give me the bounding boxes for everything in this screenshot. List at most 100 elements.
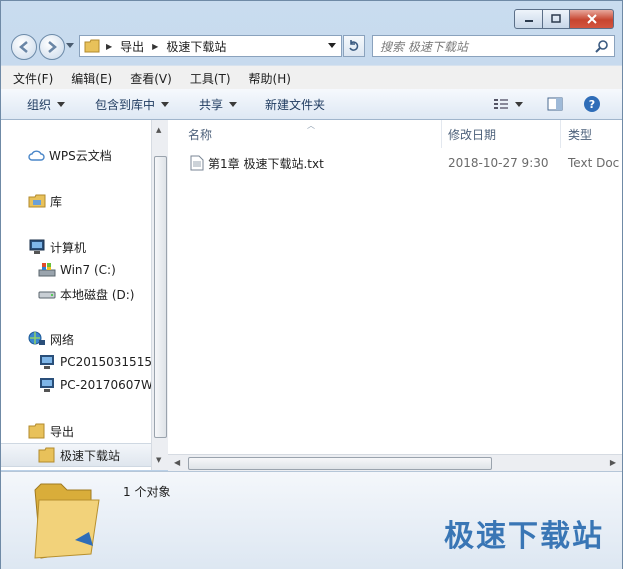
recent-pages-dropdown[interactable] — [66, 43, 74, 48]
nav-item-wps-cloud[interactable]: WPS云文档 — [1, 144, 112, 166]
menu-help[interactable]: 帮助(H) — [243, 70, 297, 87]
minimize-button[interactable] — [514, 9, 543, 29]
system-drive-icon — [38, 262, 56, 278]
chevron-down-icon — [515, 101, 523, 107]
menu-edit[interactable]: 编辑(E) — [65, 70, 118, 87]
search-placeholder: 搜索 极速下载站 — [380, 39, 468, 54]
scroll-thumb[interactable] — [154, 156, 167, 438]
hard-drive-icon — [38, 287, 56, 301]
cloud-icon — [27, 148, 45, 162]
nav-item-label: Win7 (C:) — [60, 263, 116, 277]
maximize-icon — [551, 14, 561, 23]
share-button[interactable]: 共享 — [193, 93, 243, 115]
preview-pane-icon — [547, 97, 563, 111]
command-bar: 组织 包含到库中 共享 新建文件夹 ? — [1, 89, 622, 120]
menu-view[interactable]: 查看(V) — [124, 70, 178, 87]
library-icon — [28, 194, 46, 208]
column-header-name[interactable]: 名称 — [188, 120, 212, 148]
change-view-button[interactable] — [487, 93, 529, 115]
large-folder-icon — [31, 480, 105, 563]
file-name: 第1章 极速下载站.txt — [208, 156, 324, 171]
folder-icon — [28, 423, 46, 439]
nav-item-label: 本地磁盘 (D:) — [60, 287, 135, 302]
include-in-library-button[interactable]: 包含到库中 — [89, 93, 175, 115]
back-button[interactable] — [11, 34, 37, 60]
breadcrumb-separator-icon: ▶ — [106, 41, 113, 51]
include-in-library-label: 包含到库中 — [95, 97, 156, 112]
organize-label: 组织 — [27, 97, 52, 112]
nav-item-library[interactable]: 库 — [1, 190, 62, 212]
column-divider[interactable] — [560, 120, 561, 148]
breadcrumb-current[interactable]: 极速下载站 — [166, 38, 226, 55]
nav-item-label: 网络 — [50, 332, 75, 347]
address-dropdown[interactable] — [328, 43, 336, 48]
file-list: ︿ 名称 修改日期 类型 第1章 极速下载站.txt 2018-10-27 9:… — [168, 120, 622, 454]
organize-button[interactable]: 组织 — [21, 93, 71, 115]
refresh-icon — [349, 40, 359, 51]
computer-icon — [38, 377, 56, 393]
breadcrumb-export[interactable]: 导出 — [120, 38, 144, 55]
scroll-down-icon[interactable]: ▼ — [156, 456, 161, 464]
scroll-up-icon[interactable]: ▲ — [156, 126, 161, 134]
menu-tools[interactable]: 工具(T) — [184, 70, 237, 87]
nav-item-network[interactable]: 网络 — [1, 328, 74, 350]
nav-item-drive-d[interactable]: 本地磁盘 (D:) — [1, 283, 134, 305]
arrow-right-icon — [48, 41, 57, 53]
help-button[interactable]: ? — [577, 93, 607, 115]
new-folder-label: 新建文件夹 — [265, 97, 326, 112]
forward-button[interactable] — [39, 34, 65, 60]
svg-text:?: ? — [589, 98, 595, 111]
close-icon — [586, 14, 597, 24]
nav-item-label: 导出 — [50, 424, 75, 439]
network-icon — [28, 331, 46, 347]
computer-icon — [28, 239, 46, 255]
close-button[interactable] — [570, 9, 614, 29]
column-header-date[interactable]: 修改日期 — [448, 120, 496, 148]
column-divider[interactable] — [441, 120, 442, 148]
nav-item-label: 库 — [50, 194, 63, 209]
nav-item-pc1[interactable]: PC2015031515S — [1, 351, 160, 373]
computer-icon — [38, 354, 56, 370]
new-folder-button[interactable]: 新建文件夹 — [259, 93, 331, 115]
item-count: 1 个对象 — [123, 485, 171, 499]
share-label: 共享 — [199, 97, 224, 112]
column-header-type[interactable]: 类型 — [568, 120, 592, 148]
arrow-left-icon — [19, 41, 28, 53]
refresh-button[interactable] — [343, 35, 365, 57]
navigation-pane: WPS云文档 库 计算机 Win7 (C:) 本地磁盘 (D:) 网络 PC20… — [1, 120, 160, 470]
search-icon[interactable] — [595, 39, 609, 56]
menu-bar: 文件(F) 编辑(E) 查看(V) 工具(T) 帮助(H) — [1, 65, 622, 90]
maximize-button[interactable] — [543, 9, 570, 29]
text-file-icon — [190, 155, 204, 171]
nav-item-label: 计算机 — [50, 240, 87, 255]
navigation-scrollbar[interactable]: ▲ ▼ — [151, 120, 168, 470]
nav-item-export[interactable]: 导出 — [1, 420, 74, 442]
sort-ascending-icon: ︿ — [307, 121, 315, 130]
scroll-right-icon[interactable]: ▶ — [610, 458, 616, 467]
scroll-left-icon[interactable]: ◀ — [174, 458, 180, 467]
folder-icon — [38, 447, 56, 463]
file-date: 2018-10-27 9:30 — [448, 156, 549, 170]
nav-item-current-folder[interactable]: 极速下载站 — [1, 443, 151, 467]
scroll-thumb[interactable] — [188, 457, 492, 470]
nav-item-computer[interactable]: 计算机 — [1, 236, 86, 258]
search-input[interactable]: 搜索 极速下载站 — [372, 35, 615, 57]
address-bar[interactable]: ▶ 导出 ▶ 极速下载站 — [79, 35, 342, 57]
preview-pane-button[interactable] — [541, 93, 569, 115]
details-pane: 1 个对象 极速下载站 — [1, 471, 622, 569]
explorer-window: ▶ 导出 ▶ 极速下载站 搜索 极速下载站 文件(F) 编辑(E) 查看(V) … — [0, 0, 623, 569]
minimize-icon — [524, 20, 533, 22]
folder-icon — [84, 39, 100, 53]
table-row[interactable]: 第1章 极速下载站.txt 2018-10-27 9:30 Text Doc — [168, 152, 622, 174]
nav-item-drive-c[interactable]: Win7 (C:) — [1, 259, 116, 281]
help-icon: ? — [584, 96, 600, 112]
title-bar — [1, 1, 622, 31]
chevron-down-icon — [161, 101, 170, 107]
address-row: ▶ 导出 ▶ 极速下载站 搜索 极速下载站 — [1, 31, 622, 63]
menu-file[interactable]: 文件(F) — [7, 70, 59, 87]
chevron-down-icon — [57, 101, 66, 107]
chevron-down-icon — [229, 101, 238, 107]
nav-item-pc2[interactable]: PC-20170607WI — [1, 374, 156, 396]
content-horizontal-scrollbar[interactable]: ◀ ▶ — [168, 454, 622, 472]
file-type: Text Doc — [568, 156, 620, 170]
